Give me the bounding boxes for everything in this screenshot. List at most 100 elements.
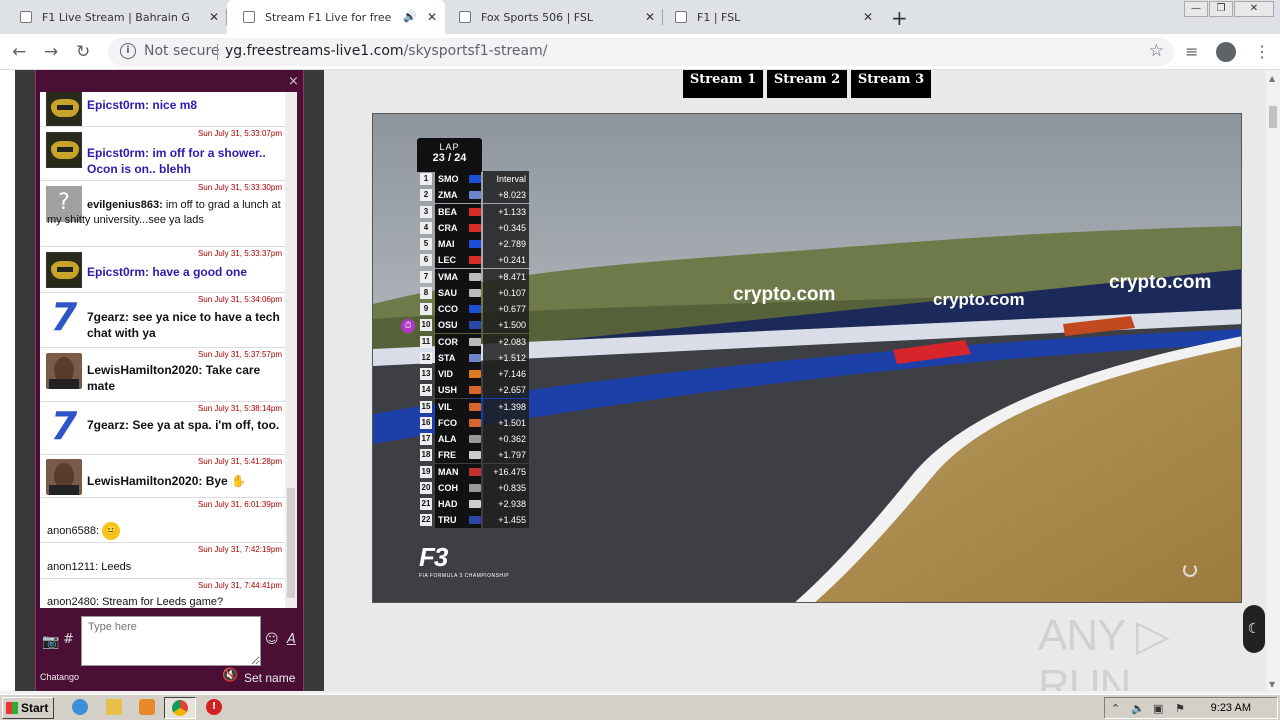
close-tab-icon[interactable]: ✕ (427, 10, 437, 24)
tab-fox-sports-506[interactable]: Fox Sports 506 | FSL ✕ (445, 0, 663, 34)
media-player-icon[interactable] (139, 699, 155, 715)
position-number: 21 (420, 498, 432, 510)
gap-value: +0.677 (483, 301, 529, 317)
new-tab-button[interactable]: + (891, 6, 908, 30)
close-chat-icon[interactable]: × (288, 74, 299, 89)
set-name-link[interactable]: Set name (244, 671, 295, 685)
minimize-button[interactable]: — (1184, 1, 1208, 17)
clock[interactable]: 9:23 AM (1211, 702, 1251, 714)
banner-text: crypto.com (933, 290, 1025, 309)
standings-row: 20 COH +0.835 (417, 479, 531, 496)
address-bar[interactable]: i Not secure yg.freestreams-live1.com/sk… (108, 38, 1174, 66)
team-logo-icon (469, 500, 481, 508)
url-text[interactable]: yg.freestreams-live1.com/skysportsf1-str… (225, 43, 547, 59)
gap-value: +2.938 (483, 496, 529, 512)
chat-message: Sun July 31, 5:33:37pm Epicst0rm: have a… (40, 248, 285, 293)
stream-2-button[interactable]: Stream 2 (767, 70, 847, 98)
chat-messages[interactable]: Epicst0rm: nice m8 Sun July 31, 5:33:07p… (40, 92, 285, 608)
close-window-button[interactable]: ✕ (1234, 1, 1274, 17)
user-avatar[interactable] (46, 459, 82, 495)
user-avatar[interactable] (46, 353, 82, 389)
reload-icon[interactable]: ↻ (76, 42, 90, 62)
windows-taskbar: Start ! ⌃ 🔈 ▣ ⚑ 9:23 AM (0, 694, 1280, 720)
emoji-face-icon: 😐 (102, 522, 121, 540)
standings-row: 19 MAN +16.475 (417, 463, 531, 480)
chatango-logo[interactable]: Chatango (40, 672, 79, 682)
gap-value: +0.835 (483, 479, 529, 496)
team-logo-icon (469, 175, 481, 183)
back-arrow-icon[interactable]: ← (12, 42, 26, 62)
hashtag-icon[interactable]: # (63, 632, 74, 647)
profile-avatar-icon[interactable] (1216, 42, 1236, 62)
page-favicon-icon (20, 11, 32, 23)
gap-value: +0.345 (483, 219, 529, 236)
volume-icon[interactable]: 🔈 (1131, 702, 1145, 715)
tab-f1-live-bahrain[interactable]: F1 Live Stream | Bahrain GP Stre ✕ (0, 0, 227, 34)
user-avatar[interactable] (46, 252, 82, 288)
banner-text: crypto.com (1109, 272, 1212, 293)
team-logo-icon (469, 402, 481, 411)
tab-strip: F1 Live Stream | Bahrain GP Stre ✕ Strea… (0, 0, 1280, 34)
standings-row: 16 FCO +1.501 (417, 414, 531, 431)
team-logo-icon (469, 240, 481, 248)
team-logo-icon (469, 288, 481, 297)
team-logo-icon (469, 272, 481, 281)
smiley-icon[interactable]: ☺ (265, 632, 279, 647)
position-number: 22 (420, 514, 432, 527)
file-explorer-icon[interactable] (106, 699, 122, 715)
user-avatar[interactable]: 7 (46, 298, 82, 336)
close-tab-icon[interactable]: ✕ (209, 10, 219, 24)
browser-menu-icon[interactable]: ⋮ (1254, 42, 1270, 61)
chat-frame: × Epicst0rm: nice m8 Sun July 31, 5:33:0… (35, 70, 304, 691)
standings-row: 17 ALA +0.362 (417, 431, 531, 447)
user-avatar[interactable] (46, 132, 82, 168)
user-avatar[interactable]: 7 (46, 407, 82, 445)
audio-playing-icon[interactable]: 🔊 (403, 10, 417, 23)
standings-row: 3 BEA +1.133 (417, 203, 531, 220)
user-avatar[interactable] (46, 92, 82, 126)
position-number: 10 (420, 319, 432, 332)
camera-icon[interactable]: 📷 (42, 634, 59, 650)
internet-explorer-icon[interactable] (72, 699, 88, 715)
team-logo-icon (469, 353, 481, 362)
position-number: 20 (420, 481, 432, 494)
action-center-flag-icon[interactable]: ⚑ (1175, 702, 1185, 715)
video-player[interactable]: crypto.com crypto.com crypto.com ⏱ LAP 2… (372, 113, 1242, 603)
font-style-icon[interactable]: A (287, 632, 296, 647)
speaker-mute-icon[interactable]: 🔇 (222, 668, 238, 683)
scroll-up-arrow-icon[interactable]: ▲ (1269, 74, 1275, 83)
stream-3-button[interactable]: Stream 3 (851, 70, 931, 98)
chrome-taskbar-button[interactable] (164, 697, 196, 719)
close-tab-icon[interactable]: ✕ (645, 10, 655, 24)
tray-expand-icon[interactable]: ⌃ (1111, 702, 1120, 715)
media-control-icon[interactable]: ≡ (1185, 42, 1198, 61)
team-logo-icon (469, 256, 481, 265)
tab-stream-f1[interactable]: Stream F1 Live for free on 🔊 ✕ (227, 0, 445, 34)
banner-text: crypto.com (733, 284, 836, 305)
stream-1-button[interactable]: Stream 1 (683, 70, 763, 98)
site-info-icon[interactable]: i (120, 43, 136, 59)
network-icon[interactable]: ▣ (1153, 702, 1163, 715)
page-scrollbar[interactable]: ▲ ▼ (1266, 70, 1280, 691)
maximize-button[interactable]: ❐ (1209, 1, 1233, 17)
gap-value: +1.398 (483, 398, 529, 415)
chat-message: Sun July 31, 7:42:19pm anon1211: Leeds (40, 544, 285, 579)
alert-app-icon[interactable]: ! (206, 699, 222, 715)
standings-row: 1 SMO Interval (417, 171, 531, 187)
chat-scrollbar[interactable] (285, 92, 297, 608)
gap-value: +2.657 (483, 382, 529, 399)
tab-f1-fsl[interactable]: F1 | FSL ✕ (663, 0, 881, 34)
standings-row: 12 STA +1.512 (417, 349, 531, 366)
standings-row: 9 CCO +0.677 (417, 301, 531, 317)
standings-row: 22 TRU +1.455 (417, 512, 531, 529)
bookmark-star-icon[interactable]: ☆ (1149, 41, 1164, 61)
close-tab-icon[interactable]: ✕ (863, 10, 873, 24)
dark-mode-moon-icon[interactable]: ☾ (1243, 605, 1265, 653)
lap-counter: LAP 23 / 24 (417, 138, 482, 172)
scroll-down-arrow-icon[interactable]: ▼ (1269, 680, 1275, 689)
start-button[interactable]: Start (2, 697, 54, 719)
chat-message-input[interactable] (81, 616, 261, 666)
forward-arrow-icon[interactable]: → (44, 42, 58, 62)
team-logo-icon (469, 435, 481, 443)
position-number: 14 (420, 384, 432, 397)
